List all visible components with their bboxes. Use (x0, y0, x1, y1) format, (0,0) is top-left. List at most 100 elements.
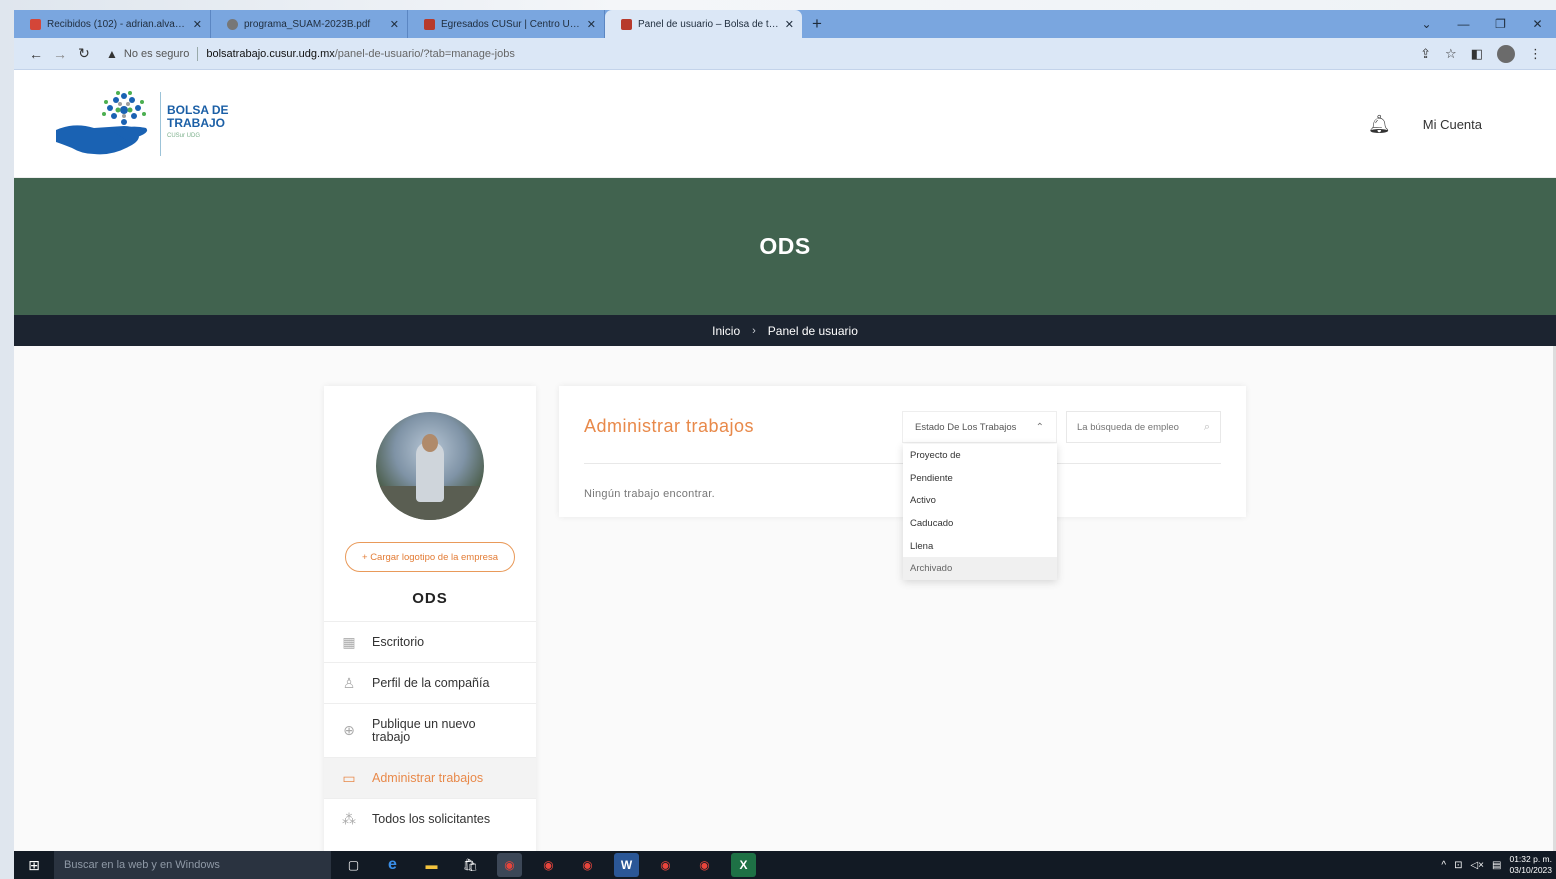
university-icon (424, 18, 435, 30)
sidepanel-icon[interactable]: ◧ (1471, 46, 1483, 62)
close-tab-icon[interactable]: ✕ (390, 18, 399, 31)
close-tab-icon[interactable]: ✕ (587, 18, 596, 31)
status-option-proyecto[interactable]: Proyecto de (903, 444, 1057, 467)
main-content: + Cargar logotipo de la empresa ODS ▦ Es… (14, 346, 1556, 851)
excel-icon[interactable]: X (731, 853, 756, 877)
user-icon: ♙ (342, 674, 356, 691)
close-tab-icon[interactable]: ✕ (193, 18, 202, 31)
job-search-input[interactable] (1077, 421, 1187, 433)
chrome-icon[interactable]: ◉ (575, 853, 600, 877)
chevron-up-icon: ⌃ (1035, 421, 1044, 433)
sidebar-item-label: Escritorio (372, 635, 425, 649)
sidebar-menu: ▦ Escritorio ♙ Perfil de la compañía ⊕ P… (324, 621, 536, 839)
task-view-icon[interactable]: ▢ (341, 853, 366, 877)
close-window-icon[interactable]: ✕ (1519, 10, 1556, 38)
profile-avatar[interactable] (1497, 44, 1515, 63)
file-explorer-icon[interactable]: ▬ (419, 853, 444, 877)
breadcrumb-current: Panel de usuario (767, 323, 858, 338)
back-icon[interactable]: ← (24, 46, 48, 62)
header-actions: 🔔︎ Mi Cuenta (1368, 114, 1482, 135)
taskbar-search[interactable]: Buscar en la web y en Windows (54, 851, 331, 879)
chevron-up-icon[interactable]: ^ (1441, 860, 1446, 871)
sidebar-item-perfil[interactable]: ♙ Perfil de la compañía (324, 662, 536, 703)
tab-title: Panel de usuario – Bolsa de trab (638, 18, 779, 30)
logo-line2: TRABAJO (167, 116, 226, 130)
word-icon[interactable]: W (614, 853, 639, 877)
site-logo[interactable]: BOLSA DE TRABAJO CUSur UDG (54, 88, 229, 160)
empty-message: Ningún trabajo encontrar. (584, 488, 716, 500)
chrome-icon[interactable]: ◉ (536, 853, 561, 877)
tab-gmail[interactable]: Recibidos (102) - adrian.alvarez ✕ (14, 10, 211, 38)
chrome-icon[interactable]: ◉ (497, 853, 522, 877)
window-controls: ⌄ — ❐ ✕ (1408, 10, 1556, 38)
breadcrumb-home-link[interactable]: Inicio (712, 324, 740, 338)
address-bar[interactable]: ▲ No es seguro bolsatrabajo.cusur.udg.mx… (106, 42, 1420, 66)
globe-icon (227, 18, 238, 30)
chrome-icon[interactable]: ◉ (692, 853, 717, 877)
company-name: ODS (412, 590, 448, 607)
notification-icon[interactable]: ▤ (1492, 860, 1501, 871)
company-avatar (376, 412, 484, 520)
forward-icon[interactable]: → (48, 46, 72, 62)
reload-icon[interactable]: ↻ (72, 45, 96, 62)
logo-hand-globe-icon (54, 88, 154, 160)
tab-title: Egresados CUSur | Centro Unive (441, 18, 581, 30)
tab-strip: Recibidos (102) - adrian.alvarez ✕ progr… (14, 10, 1556, 38)
status-option-archivado[interactable]: Archivado (903, 557, 1057, 581)
upload-logo-button[interactable]: + Cargar logotipo de la empresa (345, 542, 515, 572)
status-option-llena[interactable]: Llena (903, 535, 1057, 558)
job-status-value: Estado De Los Trabajos (915, 421, 1017, 433)
sidebar-item-label: Administrar trabajos (372, 771, 484, 785)
page-banner: ODS (14, 178, 1556, 315)
sidebar-item-publicar[interactable]: ⊕ Publique un nuevo trabajo (324, 703, 536, 757)
share-icon[interactable]: ⇪ (1420, 46, 1431, 62)
browser-toolbar: ← → ↻ ▲ No es seguro bolsatrabajo.cusur.… (14, 38, 1556, 70)
tab-panel-usuario[interactable]: Panel de usuario – Bolsa de trab ✕ (605, 10, 802, 38)
sidebar-item-administrar[interactable]: ▭ Administrar trabajos (324, 757, 536, 798)
logo-wordmark: BOLSA DE TRABAJO CUSur UDG (167, 104, 229, 143)
sidebar-item-escritorio[interactable]: ▦ Escritorio (324, 621, 536, 662)
taskbar-clock[interactable]: 01:32 p. m. 03/10/2023 (1509, 854, 1552, 876)
network-icon[interactable]: ⊡ (1454, 860, 1462, 871)
warning-icon[interactable]: ▲ (106, 47, 118, 61)
bell-icon[interactable]: 🔔︎ (1368, 114, 1391, 135)
plus-circle-icon: ⊕ (343, 722, 355, 738)
minimize-icon[interactable]: — (1445, 10, 1482, 38)
windows-start-icon[interactable]: ⊞ (14, 851, 54, 879)
status-option-activo[interactable]: Activo (903, 489, 1057, 512)
site-header: BOLSA DE TRABAJO CUSur UDG 🔔︎ Mi Cuenta (14, 70, 1556, 178)
restore-icon[interactable]: ❐ (1482, 10, 1519, 38)
job-search-field[interactable]: ⌕ (1066, 411, 1221, 443)
url-host: bolsatrabajo.cusur.udg.mx (206, 47, 335, 60)
close-tab-icon[interactable]: ✕ (785, 18, 794, 31)
menu-kebab-icon[interactable]: ⋮ (1529, 46, 1542, 62)
chevron-right-icon: › (752, 324, 756, 337)
url-path: /panel-de-usuario/?tab=manage-jobs (334, 47, 515, 60)
search-icon[interactable]: ⌕ (1204, 421, 1210, 434)
plus-icon: + (362, 551, 371, 563)
store-icon[interactable]: 🛍︎ (458, 853, 483, 877)
windows-taskbar: ⊞ Buscar en la web y en Windows ▢ e ▬ 🛍︎… (14, 851, 1556, 879)
job-status-dropdown: Proyecto de Pendiente Activo Caducado Ll… (903, 444, 1057, 581)
panel-title: Administrar trabajos (584, 416, 755, 436)
chrome-icon[interactable]: ◉ (653, 853, 678, 877)
bookmark-star-icon[interactable]: ☆ (1445, 46, 1457, 62)
logo-tagline: CUSur UDG (167, 133, 201, 139)
dashboard-sidebar: + Cargar logotipo de la empresa ODS ▦ Es… (324, 386, 536, 851)
status-option-caducado[interactable]: Caducado (903, 512, 1057, 535)
gmail-icon (30, 18, 41, 30)
account-link[interactable]: Mi Cuenta (1423, 117, 1482, 132)
edge-icon[interactable]: e (380, 853, 405, 877)
job-status-select[interactable]: Estado De Los Trabajos ⌃ (902, 411, 1057, 443)
sidebar-item-label: Publique un nuevo trabajo (372, 716, 476, 744)
tab-egresados[interactable]: Egresados CUSur | Centro Unive ✕ (408, 10, 605, 38)
sidebar-item-label: Todos los solicitantes (372, 812, 491, 826)
volume-icon[interactable]: ◁× (1470, 860, 1484, 871)
new-tab-button[interactable]: + (802, 10, 832, 38)
status-option-pendiente[interactable]: Pendiente (903, 467, 1057, 490)
sidebar-item-solicitantes[interactable]: ⁂ Todos los solicitantes (324, 798, 536, 839)
clock-date: 03/10/2023 (1509, 865, 1552, 875)
tab-pdf[interactable]: programa_SUAM-2023B.pdf ✕ (211, 10, 408, 38)
tab-search-icon[interactable]: ⌄ (1408, 10, 1445, 38)
dashboard-icon: ▦ (342, 633, 356, 650)
